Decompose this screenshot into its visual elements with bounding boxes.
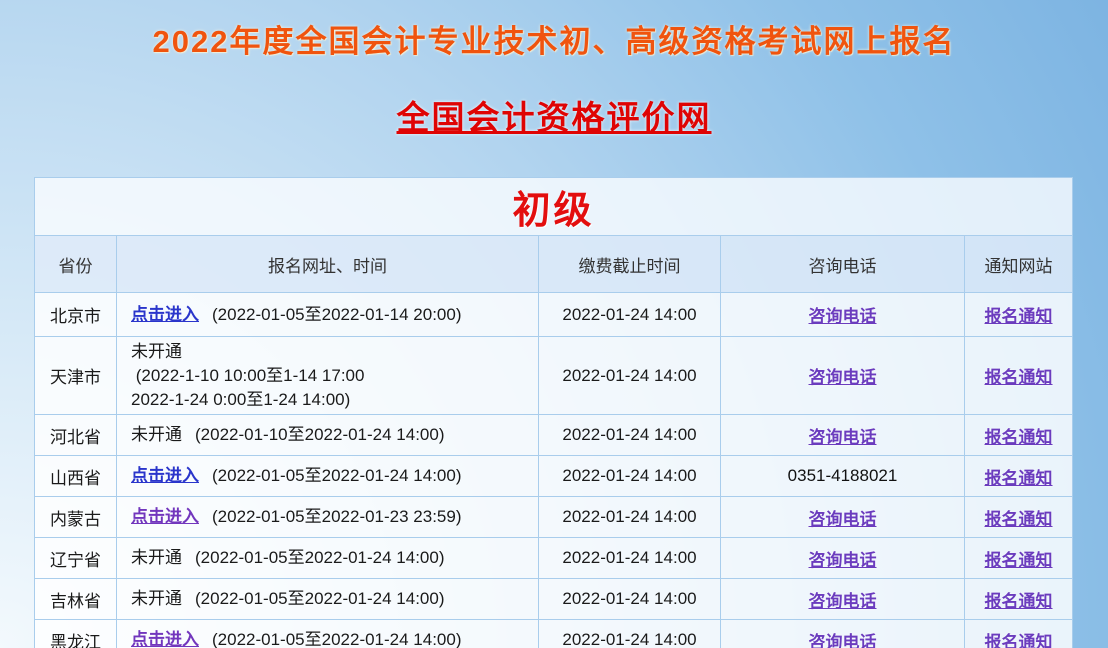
table-row: 北京市 点击进入 (2022-01-05至2022-01-14 20:00) 20… — [35, 293, 1073, 337]
registration-period: (2022-01-05至2022-01-24 14:00) — [195, 589, 445, 608]
notice-cell: 报名通知 — [965, 538, 1073, 579]
table-row: 黑龙江 点击进入 (2022-01-05至2022-01-24 14:00) 20… — [35, 620, 1073, 648]
phone-link[interactable]: 咨询电话 — [809, 592, 877, 611]
registration-cell: 点击进入 (2022-01-05至2022-01-23 23:59) — [117, 497, 539, 538]
table-row: 辽宁省 未开通 (2022-01-05至2022-01-24 14:00) 202… — [35, 538, 1073, 579]
phone-link[interactable]: 咨询电话 — [809, 368, 877, 387]
phone-cell: 咨询电话 — [721, 415, 965, 456]
phone-cell: 咨询电话 — [721, 620, 965, 648]
registration-period: (2022-01-05至2022-01-23 23:59) — [212, 507, 462, 526]
registration-cell: 点击进入 (2022-01-05至2022-01-24 14:00) — [117, 620, 539, 648]
registration-cell: 点击进入 (2022-01-05至2022-01-24 14:00) — [117, 456, 539, 497]
column-header-province: 省份 — [35, 236, 117, 293]
notice-link[interactable]: 报名通知 — [985, 469, 1053, 488]
notice-link[interactable]: 报名通知 — [985, 592, 1053, 611]
registration-table: 初级 省份 报名网址、时间 缴费截止时间 咨询电话 通知网站 北京市 点击进入 (… — [34, 177, 1073, 648]
phone-cell: 咨询电话 — [721, 293, 965, 337]
deadline-cell: 2022-01-24 14:00 — [539, 497, 721, 538]
table-caption-cell: 初级 — [35, 178, 1073, 236]
deadline-cell: 2022-01-24 14:00 — [539, 620, 721, 648]
phone-cell: 0351-4188021 — [721, 456, 965, 497]
enter-link[interactable]: 点击进入 — [131, 630, 199, 648]
phone-cell: 咨询电话 — [721, 579, 965, 620]
enter-link[interactable]: 点击进入 — [131, 305, 199, 324]
table-row: 河北省 未开通 (2022-01-10至2022-01-24 14:00) 202… — [35, 415, 1073, 456]
notice-link[interactable]: 报名通知 — [985, 633, 1053, 648]
column-header-deadline: 缴费截止时间 — [539, 236, 721, 293]
notice-cell: 报名通知 — [965, 620, 1073, 648]
phone-link[interactable]: 咨询电话 — [809, 633, 877, 648]
notice-cell: 报名通知 — [965, 579, 1073, 620]
column-header-notice: 通知网站 — [965, 236, 1073, 293]
table-header-row: 省份 报名网址、时间 缴费截止时间 咨询电话 通知网站 — [35, 236, 1073, 293]
table-row: 内蒙古 点击进入 (2022-01-05至2022-01-23 23:59) 20… — [35, 497, 1073, 538]
registration-period: (2022-01-05至2022-01-14 20:00) — [212, 305, 462, 324]
notice-link[interactable]: 报名通知 — [985, 510, 1053, 529]
not-open-label: 未开通 — [131, 548, 182, 567]
phone-link[interactable]: 咨询电话 — [809, 510, 877, 529]
registration-period: (2022-01-05至2022-01-24 14:00) — [195, 548, 445, 567]
registration-cell: 未开通 (2022-1-10 10:00至1-14 17:00 2022-1-2… — [117, 337, 539, 415]
registration-cell: 未开通 (2022-01-10至2022-01-24 14:00) — [117, 415, 539, 456]
phone-cell: 咨询电话 — [721, 538, 965, 579]
province-cell: 黑龙江 — [35, 620, 117, 648]
province-cell: 辽宁省 — [35, 538, 117, 579]
table-caption: 初级 — [513, 190, 595, 232]
table-row: 吉林省 未开通 (2022-01-05至2022-01-24 14:00) 202… — [35, 579, 1073, 620]
notice-cell: 报名通知 — [965, 456, 1073, 497]
registration-period: (2022-01-05至2022-01-24 14:00) — [212, 466, 462, 485]
deadline-cell: 2022-01-24 14:00 — [539, 579, 721, 620]
province-cell: 北京市 — [35, 293, 117, 337]
province-cell: 山西省 — [35, 456, 117, 497]
phone-number: 0351-4188021 — [788, 466, 898, 485]
deadline-cell: 2022-01-24 14:00 — [539, 538, 721, 579]
registration-cell: 点击进入 (2022-01-05至2022-01-14 20:00) — [117, 293, 539, 337]
table-row: 天津市 未开通 (2022-1-10 10:00至1-14 17:00 2022… — [35, 337, 1073, 415]
phone-cell: 咨询电话 — [721, 337, 965, 415]
not-open-label: 未开通 — [131, 425, 182, 444]
table-caption-row: 初级 — [35, 178, 1073, 236]
registration-period: (2022-01-05至2022-01-24 14:00) — [212, 630, 462, 648]
column-header-registration: 报名网址、时间 — [117, 236, 539, 293]
notice-link[interactable]: 报名通知 — [985, 307, 1053, 326]
notice-link[interactable]: 报名通知 — [985, 551, 1053, 570]
table-row: 山西省 点击进入 (2022-01-05至2022-01-24 14:00) 20… — [35, 456, 1073, 497]
page-title: 2022年度全国会计专业技术初、高级资格考试网上报名 — [0, 16, 1108, 61]
deadline-cell: 2022-01-24 14:00 — [539, 337, 721, 415]
notice-cell: 报名通知 — [965, 337, 1073, 415]
site-link[interactable]: 全国会计资格评价网 — [397, 99, 712, 136]
registration-period: (2022-01-10至2022-01-24 14:00) — [195, 425, 445, 444]
not-open-label: 未开通 — [131, 342, 182, 361]
notice-cell: 报名通知 — [965, 415, 1073, 456]
enter-link[interactable]: 点击进入 — [131, 507, 199, 526]
registration-period: (2022-1-10 10:00至1-14 17:00 2022-1-24 0:… — [131, 366, 364, 409]
registration-cell: 未开通 (2022-01-05至2022-01-24 14:00) — [117, 579, 539, 620]
site-link-container: 全国会计资格评价网 — [0, 91, 1108, 139]
phone-link[interactable]: 咨询电话 — [809, 551, 877, 570]
province-cell: 河北省 — [35, 415, 117, 456]
province-cell: 天津市 — [35, 337, 117, 415]
notice-cell: 报名通知 — [965, 497, 1073, 538]
deadline-cell: 2022-01-24 14:00 — [539, 415, 721, 456]
notice-cell: 报名通知 — [965, 293, 1073, 337]
deadline-cell: 2022-01-24 14:00 — [539, 456, 721, 497]
phone-cell: 咨询电话 — [721, 497, 965, 538]
province-cell: 内蒙古 — [35, 497, 117, 538]
province-cell: 吉林省 — [35, 579, 117, 620]
not-open-label: 未开通 — [131, 589, 182, 608]
enter-link[interactable]: 点击进入 — [131, 466, 199, 485]
notice-link[interactable]: 报名通知 — [985, 368, 1053, 387]
registration-cell: 未开通 (2022-01-05至2022-01-24 14:00) — [117, 538, 539, 579]
column-header-phone: 咨询电话 — [721, 236, 965, 293]
deadline-cell: 2022-01-24 14:00 — [539, 293, 721, 337]
phone-link[interactable]: 咨询电话 — [809, 428, 877, 447]
notice-link[interactable]: 报名通知 — [985, 428, 1053, 447]
phone-link[interactable]: 咨询电话 — [809, 307, 877, 326]
